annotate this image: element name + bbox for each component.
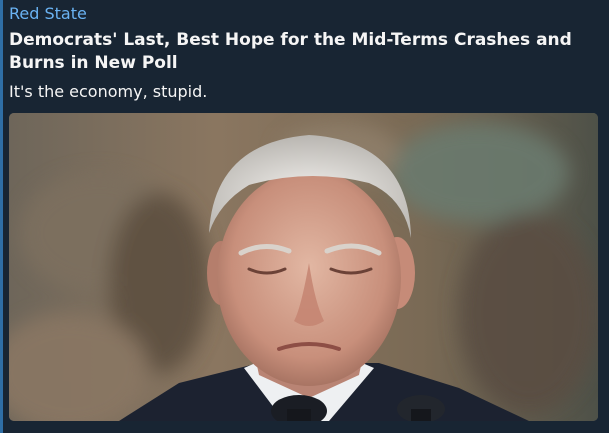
link-preview-card[interactable]: Red State Democrats' Last, Best Hope for… [0, 0, 609, 433]
preview-title[interactable]: Democrats' Last, Best Hope for the Mid-T… [9, 29, 589, 75]
preview-description: It's the economy, stupid. [9, 82, 208, 101]
site-name[interactable]: Red State [9, 4, 87, 24]
preview-image[interactable] [9, 113, 598, 421]
accent-bar [0, 0, 3, 433]
